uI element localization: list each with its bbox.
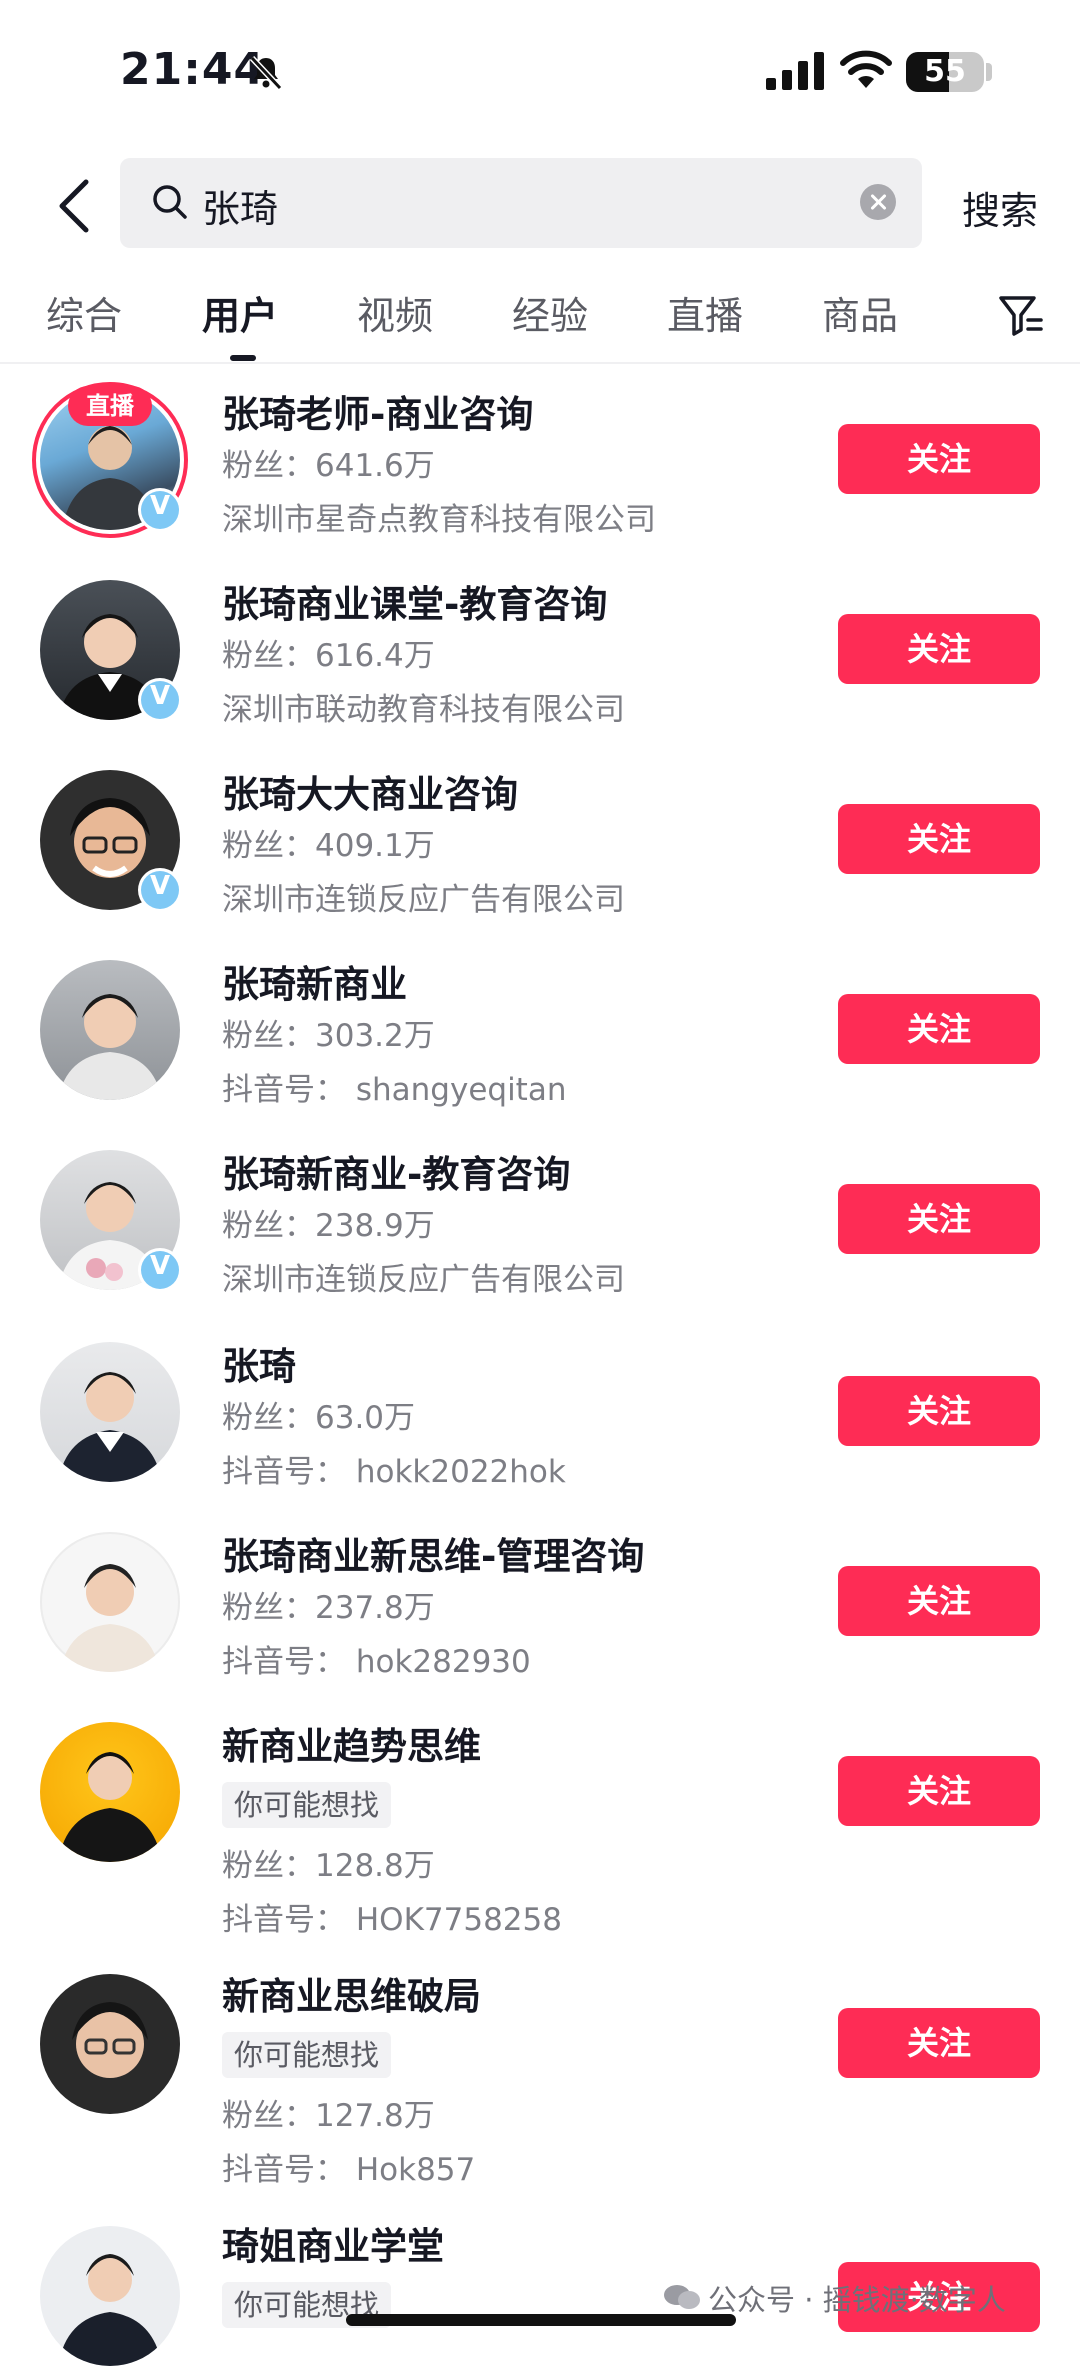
user-name[interactable]: 张琦大大商业咨询: [222, 764, 518, 818]
user-detail: 抖音号： HOK7758258: [222, 1902, 562, 1938]
back-arrow-icon[interactable]: [48, 176, 108, 236]
follow-button[interactable]: 关注: [838, 614, 1040, 684]
avatar[interactable]: [40, 960, 180, 1100]
fans-count: 粉丝：641.6万: [222, 448, 435, 484]
user-name[interactable]: 新商业趋势思维: [222, 1716, 481, 1770]
verified-badge-icon: V: [138, 868, 182, 912]
verified-badge-icon: V: [138, 488, 182, 532]
user-detail: 抖音号： hokk2022hok: [222, 1454, 566, 1490]
active-tab-indicator: [230, 355, 256, 361]
verified-badge-icon: V: [138, 678, 182, 722]
bell-muted-icon: [249, 55, 283, 91]
wifi-icon: [840, 50, 892, 88]
follow-button[interactable]: 关注: [838, 2008, 1040, 2078]
battery-tip: [986, 63, 992, 81]
follow-button[interactable]: 关注: [838, 804, 1040, 874]
fans-count: 粉丝：616.4万: [222, 638, 435, 674]
fans-count: 粉丝：237.8万: [222, 1590, 435, 1626]
user-name[interactable]: 新商业思维破局: [222, 1966, 481, 2020]
filter-icon[interactable]: [996, 290, 1046, 340]
status-bar: 21:44 55: [0, 0, 1080, 150]
battery-icon: 55: [906, 52, 984, 92]
avatar[interactable]: [40, 1342, 180, 1482]
follow-button[interactable]: 关注: [838, 1566, 1040, 1636]
avatar[interactable]: [40, 2226, 180, 2366]
tab-live[interactable]: 直播: [667, 285, 743, 340]
status-time: 21:44: [120, 44, 266, 95]
user-detail: 深圳市联动教育科技有限公司: [222, 692, 625, 728]
user-name[interactable]: 张琦: [222, 1336, 296, 1390]
tab-general[interactable]: 综合: [46, 285, 122, 340]
user-detail: 深圳市连锁反应广告有限公司: [222, 882, 625, 918]
follow-button[interactable]: 关注: [838, 1376, 1040, 1446]
user-name[interactable]: 张琦新商业: [222, 954, 407, 1008]
follow-button[interactable]: 关注: [838, 424, 1040, 494]
tab-videos[interactable]: 视频: [357, 285, 433, 340]
tab-products[interactable]: 商品: [822, 285, 898, 340]
tab-users[interactable]: 用户: [202, 285, 278, 340]
battery-level: 55: [924, 54, 966, 89]
avatar[interactable]: [40, 1532, 180, 1672]
fans-count: 粉丝：238.9万: [222, 1208, 435, 1244]
search-button[interactable]: 搜索: [962, 180, 1038, 235]
user-detail: 抖音号： shangyeqitan: [222, 1072, 567, 1108]
home-indicator[interactable]: [346, 2314, 736, 2326]
user-detail: 抖音号： Hok857: [222, 2152, 476, 2188]
avatar[interactable]: [40, 1974, 180, 2114]
result-tabs: 综合 用户 视频 经验 直播 商品: [0, 285, 1080, 365]
fans-count: 粉丝：409.1万: [222, 828, 435, 864]
fans-count: 粉丝：63.0万: [222, 1400, 416, 1436]
cellular-signal-icon: [766, 52, 824, 90]
live-badge: 直播: [68, 386, 152, 426]
wechat-icon: [664, 2285, 700, 2309]
search-query[interactable]: 张琦: [202, 178, 278, 233]
header-divider: [0, 362, 1080, 364]
follow-button[interactable]: 关注: [838, 1184, 1040, 1254]
user-detail: 抖音号： hok282930: [222, 1644, 531, 1680]
follow-button[interactable]: 关注: [838, 994, 1040, 1064]
verified-badge-icon: V: [138, 1248, 182, 1292]
suggestion-tag: 你可能想找: [222, 2032, 392, 2078]
user-name[interactable]: 琦姐商业学堂: [222, 2216, 444, 2270]
user-detail: 深圳市星奇点教育科技有限公司: [222, 502, 656, 538]
follow-button[interactable]: 关注: [838, 1756, 1040, 1826]
watermark-text: 公众号 · 摇钱渡·数字人: [708, 2283, 1006, 2317]
fans-count: 粉丝：128.8万: [222, 1848, 435, 1884]
user-name[interactable]: 张琦商业新思维-管理咨询: [222, 1526, 644, 1580]
search-icon: [153, 185, 187, 219]
tab-experience[interactable]: 经验: [512, 285, 588, 340]
user-name[interactable]: 张琦新商业-教育咨询: [222, 1144, 570, 1198]
fans-count: 粉丝：303.2万: [222, 1018, 435, 1054]
clear-search-icon[interactable]: [860, 184, 896, 220]
user-name[interactable]: 张琦老师-商业咨询: [222, 384, 533, 438]
user-detail: 深圳市连锁反应广告有限公司: [222, 1262, 625, 1298]
fans-count: 粉丝：127.8万: [222, 2098, 435, 2134]
user-name[interactable]: 张琦商业课堂-教育咨询: [222, 574, 607, 628]
suggestion-tag: 你可能想找: [222, 1782, 392, 1828]
avatar[interactable]: [40, 1722, 180, 1862]
